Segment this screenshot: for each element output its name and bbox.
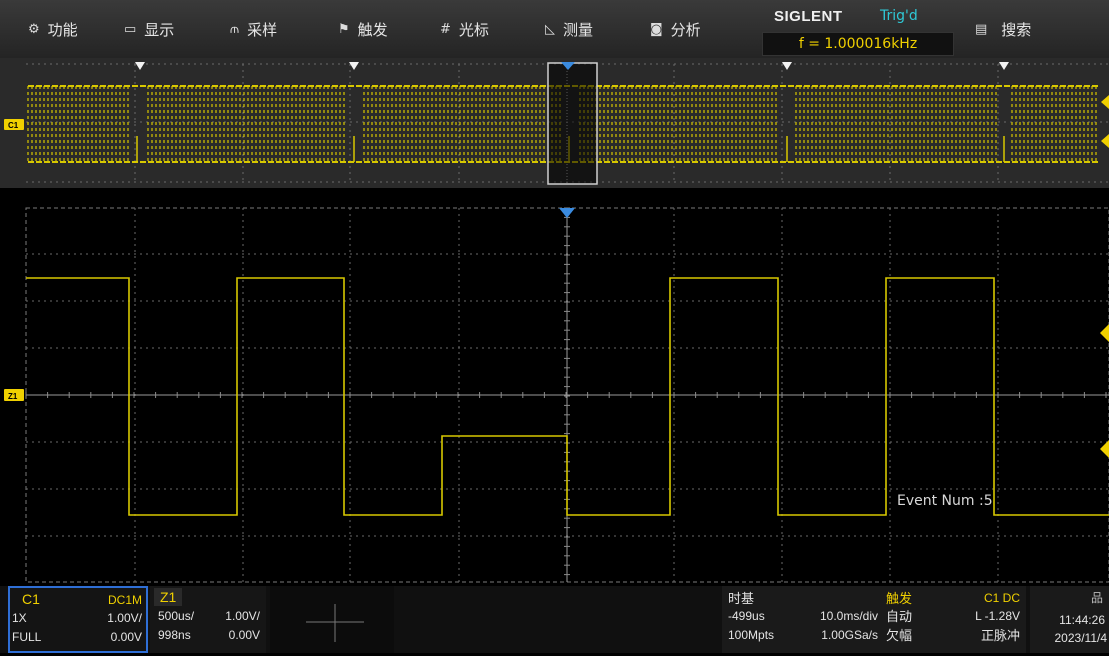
plus-icon — [306, 604, 364, 642]
trigger-info[interactable]: 触发 C1 DC 自动 L -1.28V 欠幅 正脉冲 — [880, 586, 1026, 653]
zoom-delay: 998ns — [158, 628, 191, 642]
trigger-level2-icon[interactable] — [1100, 440, 1109, 458]
trigger-level: L -1.28V — [975, 609, 1020, 623]
clock-time: 11:44:26 — [1059, 613, 1105, 627]
measure-icon: ◺ — [545, 21, 555, 37]
timebase-title: 时基 — [728, 591, 755, 606]
top-menu-bar: ⚙ 功能 ▭ 显示 ⫙ 采样 ⚑ 触发 # 光标 ◺ 测量 ◙ 分析 SIGLE… — [0, 0, 1109, 59]
menu-label: 采样 — [247, 20, 278, 39]
analysis-icon: ◙ — [650, 21, 663, 37]
overview-trigger-level-icon[interactable] — [1101, 95, 1109, 109]
acquire-icon: ⫙ — [230, 21, 240, 37]
trigger-position-icon[interactable] — [559, 208, 575, 218]
menu-analysis[interactable]: ◙ 分析 — [650, 0, 701, 58]
overview-trigger-level2-icon[interactable] — [1101, 134, 1109, 148]
menu-label: 显示 — [144, 20, 175, 39]
menu-acquire[interactable]: ⫙ 采样 — [230, 0, 277, 58]
zoom-label: Z1 — [154, 588, 183, 606]
event-marker-icon[interactable] — [782, 62, 792, 70]
timebase-scale: 10.0ms/div — [819, 609, 878, 623]
trigger-polarity: 正脉冲 — [980, 628, 1020, 643]
menu-label: 测量 — [563, 20, 594, 39]
c1-marker-label: C1 — [8, 121, 19, 130]
display-icon: ▭ — [124, 21, 137, 37]
overview-waveform-window[interactable]: C1 — [0, 58, 1109, 188]
sample-rate: 1.00GSa/s — [821, 628, 878, 642]
zoom-volts-div: 1.00V/ — [225, 609, 260, 623]
channel1-probe: 1X — [12, 611, 27, 625]
memory-depth: 100Mpts — [728, 628, 775, 642]
zoom-time-div: 500us/ — [158, 609, 195, 623]
channel1-offset: 0.00V — [110, 630, 142, 644]
zoom-offset: 0.00V — [228, 628, 260, 642]
clock-info[interactable]: 品 11:44:26 2023/11/4 — [1030, 586, 1109, 653]
menu-label: 搜索 — [1001, 20, 1032, 39]
menu-utility[interactable]: ⚙ 功能 — [28, 0, 78, 58]
trigger-flag-icon: ⚑ — [338, 21, 350, 37]
menu-label: 分析 — [670, 20, 701, 39]
search-list-icon: ▤ — [975, 21, 988, 37]
axis-ticks — [25, 207, 1107, 576]
menu-label: 触发 — [357, 20, 388, 39]
menu-cursors[interactable]: # 光标 — [440, 0, 489, 58]
menu-measure[interactable]: ◺ 测量 — [545, 0, 593, 58]
add-channel-button[interactable] — [270, 586, 394, 653]
channel1-info[interactable]: C1 DC1M 1X 1.00V/ FULL 0.00V — [8, 586, 148, 653]
event-marker-icon[interactable] — [135, 62, 145, 70]
cursor-icon: # — [440, 21, 451, 37]
menu-search[interactable]: ▤ 搜索 — [975, 0, 1031, 58]
zoom-window-box[interactable] — [547, 62, 598, 185]
event-count: Event Num :5 — [897, 493, 993, 509]
siglent-logo: SIGLENT — [774, 8, 843, 25]
clock-date: 2023/11/4 — [1054, 631, 1108, 645]
menu-label: 功能 — [47, 20, 78, 39]
timebase-info[interactable]: 时基 -499us 10.0ms/div 100Mpts 1.00GSa/s — [722, 586, 882, 653]
timebase-delay: -499us — [728, 609, 765, 623]
overview-plot: C1 — [4, 62, 1109, 185]
trigger-source: C1 DC — [983, 591, 1020, 605]
gear-icon: ⚙ — [28, 21, 40, 37]
channel1-volts-div: 1.00V/ — [107, 611, 142, 625]
frequency-counter: f = 1.000016kHz — [762, 32, 954, 56]
z1-marker-label: Z1 — [8, 392, 18, 401]
bottom-info-bar: C1 DC1M 1X 1.00V/ FULL 0.00V Z1 500us/ 1… — [0, 586, 1109, 653]
trigger-status: Trig'd — [880, 8, 918, 24]
trigger-mode: 自动 — [886, 609, 913, 624]
event-marker-icon[interactable] — [999, 62, 1009, 70]
zoom-plot: Z1 — [4, 207, 1109, 583]
zoom-info[interactable]: Z1 500us/ 1.00V/ 998ns 0.00V — [150, 586, 266, 653]
zoom-waveform-window[interactable]: Z1 — [0, 190, 1109, 586]
menu-trigger[interactable]: ⚑ 触发 — [338, 0, 388, 58]
menu-label: 光标 — [458, 20, 489, 39]
trigger-level-icon[interactable] — [1100, 324, 1109, 342]
channel1-coupling: DC1M — [107, 593, 142, 607]
network-icon: 品 — [1090, 591, 1103, 605]
brand-status-area: SIGLENT Trig'd f = 1.000016kHz — [762, 4, 954, 56]
trigger-type: 欠幅 — [886, 628, 913, 643]
channel1-bandwidth: FULL — [12, 630, 42, 644]
menu-display[interactable]: ▭ 显示 — [124, 0, 174, 58]
trigger-title: 触发 — [886, 591, 913, 606]
